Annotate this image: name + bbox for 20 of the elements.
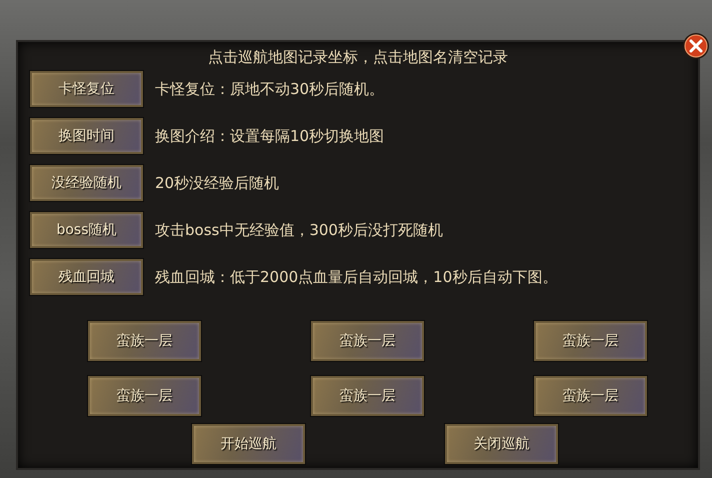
action-button[interactable]: 关闭巡航: [445, 424, 558, 464]
option-description: 残血回城：低于2000点血量后自动回城，10秒后自动下图。: [155, 268, 558, 286]
map-button[interactable]: 蛮族一层: [534, 376, 647, 416]
map-button[interactable]: 蛮族一层: [88, 376, 201, 416]
option-description: 20秒没经验后随机: [155, 174, 280, 192]
instruction-text: 点击巡航地图记录坐标，点击地图名清空记录: [207, 48, 509, 67]
option-button[interactable]: 卡怪复位: [30, 71, 143, 107]
map-button[interactable]: 蛮族一层: [311, 376, 424, 416]
option-button[interactable]: 没经验随机: [30, 165, 143, 201]
map-button[interactable]: 蛮族一层: [311, 321, 424, 361]
option-description: 卡怪复位：原地不动30秒后随机。: [155, 80, 384, 98]
map-button[interactable]: 蛮族一层: [534, 321, 647, 361]
option-description: 换图介绍：设置每隔10秒切换地图: [155, 126, 384, 146]
action-button[interactable]: 开始巡航: [192, 424, 305, 464]
close-icon[interactable]: [682, 32, 710, 60]
option-button[interactable]: boss随机: [30, 212, 143, 248]
map-button[interactable]: 蛮族一层: [88, 321, 201, 361]
option-description: 攻击boss中无经验值，300秒后没打死随机: [155, 220, 443, 240]
option-button[interactable]: 换图时间: [30, 118, 143, 154]
option-button[interactable]: 残血回城: [30, 259, 143, 295]
